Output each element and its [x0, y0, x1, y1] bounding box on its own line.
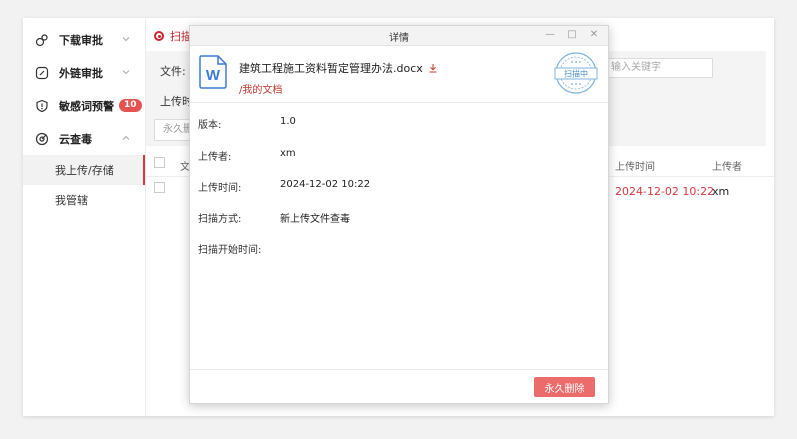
row-checkbox[interactable] [154, 182, 165, 193]
sidebar-item-sensitive-warning[interactable]: 敏感词预警 10 [23, 89, 145, 122]
scan-record-icon [154, 31, 164, 41]
detail-label-version: 版本: [198, 120, 222, 131]
permanent-delete-button[interactable]: 永久删除 [534, 377, 595, 397]
detail-value-scan-method: 新上传文件查毒 [280, 214, 350, 225]
chevron-down-icon [121, 67, 131, 77]
row-uploader: xm [712, 185, 730, 198]
sidebar-item-external-link-approval[interactable]: 外链审批 [23, 56, 145, 89]
stamp-text: 扫描中 [564, 69, 588, 79]
close-icon[interactable]: ✕ [588, 29, 600, 41]
sidebar-item-label: 敏感词预警 [59, 99, 114, 113]
sidebar-subitem-my-jurisdiction[interactable]: 我管辖 [23, 185, 145, 215]
file-filter-label: 文件: [160, 65, 186, 78]
virus-scan-icon [35, 132, 49, 146]
column-header-uploader: 上传者 [712, 162, 742, 173]
detail-value-version: 1.0 [280, 116, 296, 127]
detail-label-scan-method: 扫描方式: [198, 214, 242, 225]
detail-value-uploader: xm [280, 148, 296, 159]
file-name: 建筑工程施工资料暂定管理办法.docx [239, 60, 438, 76]
svg-text:W: W [206, 67, 221, 84]
count-badge: 10 [119, 99, 142, 112]
select-all-checkbox[interactable] [154, 157, 165, 168]
file-header: W 建筑工程施工资料暂定管理办法.docx /我的文档 扫描中 [190, 46, 608, 103]
download-approval-icon [35, 33, 49, 47]
row-upload-time: 2024-12-02 10:22 [615, 185, 715, 198]
detail-label-scan-start-time: 扫描开始时间: [198, 245, 262, 256]
sidebar-item-label: 外链审批 [59, 66, 103, 80]
file-path-link[interactable]: /我的文档 [239, 81, 282, 96]
detail-value-upload-time: 2024-12-02 10:22 [280, 179, 371, 190]
chevron-up-icon [121, 133, 131, 143]
sidebar-subitem-my-uploads[interactable]: 我上传/存储 [23, 155, 145, 185]
tab-scan[interactable]: 扫描 [154, 28, 192, 44]
sidebar-item-label: 下载审批 [59, 33, 103, 47]
minimize-icon[interactable]: — [544, 29, 556, 41]
external-link-approval-icon [35, 66, 49, 80]
sidebar-item-download-approval[interactable]: 下载审批 [23, 23, 145, 56]
sidebar: 下载审批 外链审批 敏感词预警 10 云查毒 我上传/存储 我管辖 [23, 18, 146, 416]
keyword-input[interactable]: 输入关键字 [602, 58, 713, 78]
sidebar-item-virus-scan[interactable]: 云查毒 [23, 122, 145, 155]
chevron-down-icon [121, 34, 131, 44]
sidebar-subitem-label: 我管辖 [55, 194, 88, 207]
sidebar-subitem-label: 我上传/存储 [55, 164, 114, 177]
detail-dialog: 详情 — □ ✕ W 建筑工程施工资料暂定管理办法.docx /我的文档 扫描中… [189, 25, 609, 404]
dialog-titlebar[interactable]: 详情 — □ ✕ [190, 26, 608, 46]
scanning-stamp-icon: 扫描中 [554, 52, 598, 94]
detail-label-upload-time: 上传时间: [198, 183, 242, 194]
column-header-upload-time: 上传时间 [615, 162, 655, 173]
word-document-icon: W [199, 55, 227, 89]
sensitive-warning-icon [35, 99, 49, 113]
permanent-delete-button-bg[interactable]: 永久删 [154, 119, 194, 141]
sidebar-item-label: 云查毒 [59, 132, 92, 146]
detail-label-uploader: 上传者: [198, 152, 232, 163]
dialog-footer: 永久删除 [190, 369, 608, 403]
file-name-text: 建筑工程施工资料暂定管理办法.docx [239, 62, 423, 75]
maximize-icon[interactable]: □ [566, 29, 578, 41]
download-icon[interactable] [428, 63, 438, 73]
